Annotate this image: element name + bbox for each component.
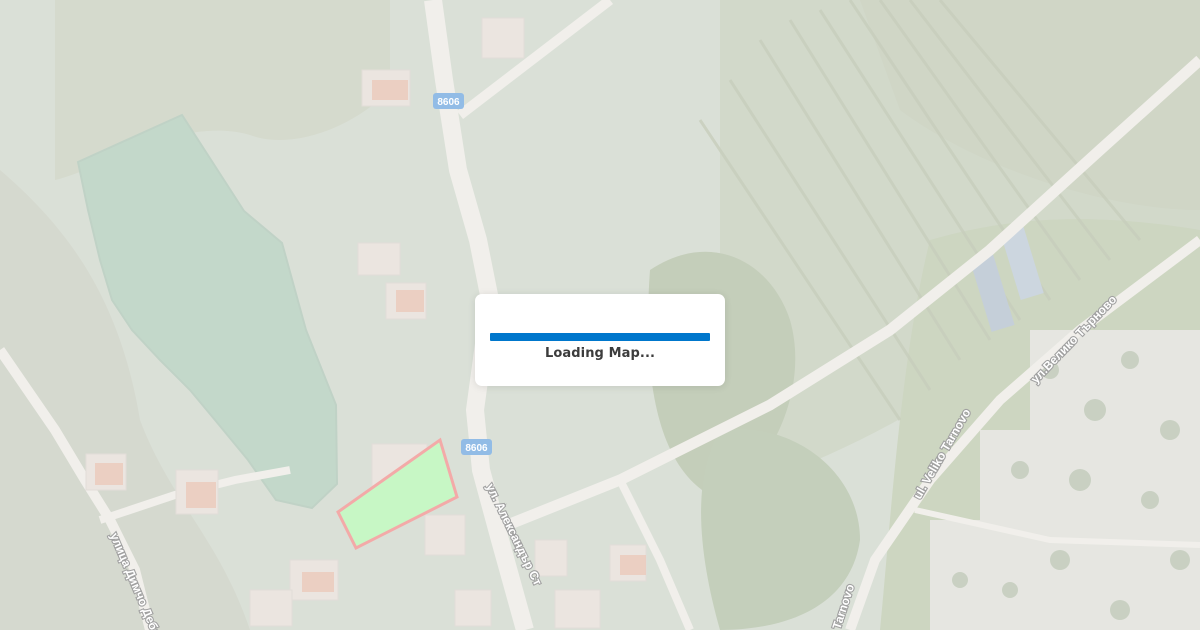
map-container[interactable]: 8606 8606 ул. Александър Ст ул.Велико Тъ…	[0, 0, 1200, 630]
loading-progress-bar	[490, 333, 710, 341]
svg-text:8606: 8606	[437, 97, 460, 108]
road-shield-top: 8606	[433, 93, 464, 109]
road-shield-mid: 8606	[461, 439, 492, 455]
loading-progress-track	[490, 333, 710, 341]
loading-text: Loading Map...	[544, 346, 656, 361]
loading-dialog: Loading Map...	[475, 294, 725, 386]
svg-text:8606: 8606	[465, 443, 488, 454]
